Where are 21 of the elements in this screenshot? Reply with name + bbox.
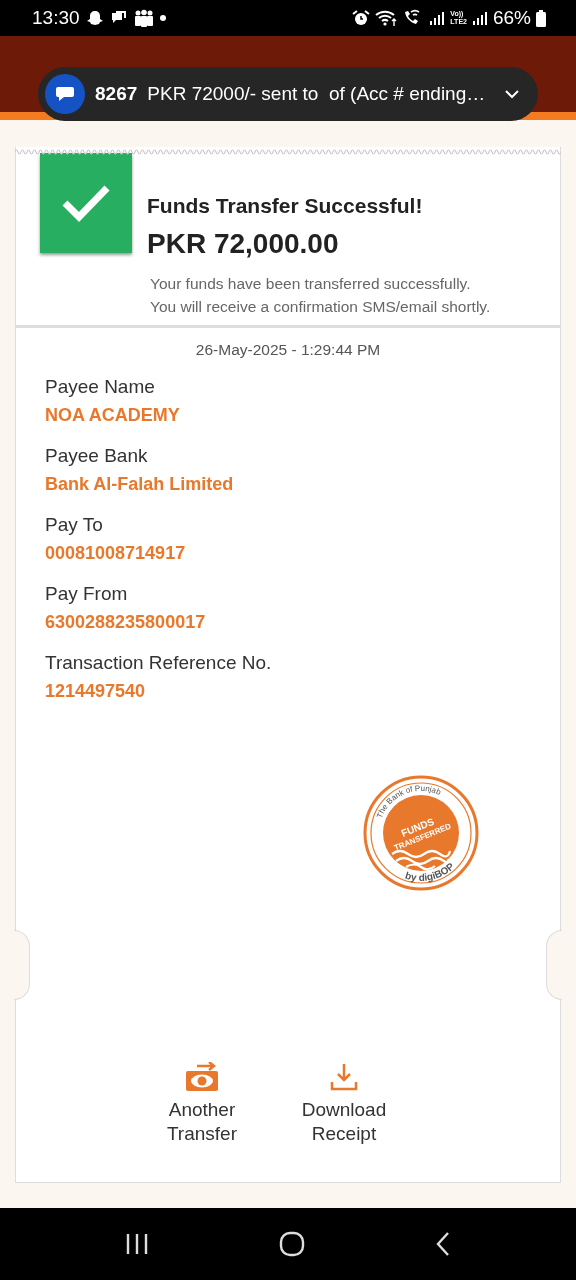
action-button[interactable]: Another Transfer [146,1062,258,1146]
field-label: Transaction Reference No. [45,652,273,674]
field-label: Pay To [45,514,104,536]
field-label: Payee Name [45,376,156,398]
field-label: Payee Bank [45,445,149,467]
notification-text: PKR 72000/- sent to of (Acc # ending… [147,83,487,105]
field-label: Pay From [45,583,129,605]
action-button[interactable]: Download Receipt [288,1062,400,1146]
field-value: NOA ACADEMY [45,405,181,426]
success-message: Your funds have been transferred successfully. You will receive a confirmation SMS/email shortly. [150,274,491,317]
notification-sender: 8267 [95,83,138,105]
field-value: 1214497540 [45,681,147,702]
success-title: Funds Transfer Successful! [147,194,424,218]
notification-banner[interactable]: 8267 PKR 72000/- sent to of (Acc # ending… [38,67,538,121]
clock: 13:30 [32,7,80,29]
transaction-date: 26-May-2025 - 1:29:44 PM [194,341,382,359]
battery-percent: 66% [492,7,531,29]
amount: PKR 72,000.00 [147,228,340,260]
field-value: 6300288235800017 [45,612,207,633]
field-value: Bank Al-Falah Limited [45,474,235,495]
field-value: 00081008714917 [45,543,187,564]
